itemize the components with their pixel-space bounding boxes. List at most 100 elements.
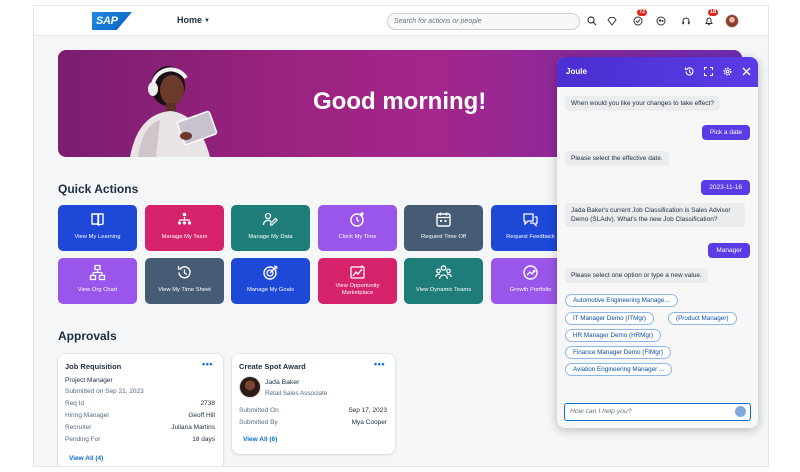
row-value: Sep 17, 2023: [348, 407, 387, 414]
growth-icon: [523, 265, 538, 280]
person-avatar: [239, 376, 261, 398]
quick-action-label: Request Time Off: [421, 234, 466, 240]
chat-icon: [523, 213, 538, 227]
spot-award-card[interactable]: Create Spot Award ••• Jada Baker Retail …: [232, 354, 395, 454]
input-placeholder: How can I help you?: [570, 408, 632, 415]
option-chip[interactable]: Automotive Engineering Manage...: [565, 294, 678, 307]
row-value: Mya Cooper: [351, 419, 387, 426]
quick-action-label: View My Time Sheet: [158, 287, 211, 293]
more-options-icon[interactable]: •••: [202, 359, 213, 369]
diamond-icon[interactable]: [605, 14, 619, 28]
more-options-icon[interactable]: •••: [374, 359, 385, 369]
quick-actions-title: Quick Actions: [58, 182, 139, 196]
quick-action-label: View Dynamic Teams: [415, 287, 472, 293]
search-input[interactable]: Search for actions or people: [387, 13, 580, 30]
bot-message-line: Demo (SLAdv). What's the new Job Classif…: [571, 216, 718, 223]
row-value: Geoff Hill: [188, 412, 215, 419]
quick-action-tile[interactable]: Request Time Off: [404, 205, 483, 251]
quick-action-label: View Org Chart: [77, 287, 118, 293]
joule-header: Joule: [557, 57, 758, 87]
bell-icon[interactable]: 18: [702, 9, 719, 28]
joule-assistant-panel: Joule When would you like your changes t…: [557, 57, 758, 428]
joule-message-input[interactable]: How can I help you?: [564, 403, 751, 421]
home-menu-label: Home: [177, 15, 203, 25]
bot-message: Please select one option or type a new v…: [565, 268, 708, 283]
quick-action-tile[interactable]: Manage My Goals: [231, 258, 310, 304]
row-value: 2738: [200, 400, 215, 407]
option-chip[interactable]: HR Manager Demo (HRMgr): [565, 329, 662, 342]
expand-icon[interactable]: [703, 66, 714, 77]
quick-action-tile[interactable]: Manage My Team: [145, 205, 224, 251]
bot-message: When would you like your changes to take…: [565, 96, 720, 111]
card-title: Create Spot Award: [239, 362, 306, 371]
approvals-icon[interactable]: 72: [631, 9, 648, 28]
headset-icon[interactable]: [679, 14, 693, 28]
send-icon[interactable]: [735, 406, 746, 417]
job-requisition-card[interactable]: Job Requisition ••• Project Manager Subm…: [58, 354, 223, 466]
option-chip[interactable]: Finance Manager Demo (FIMgr): [565, 346, 671, 359]
org-chart-icon: [89, 264, 106, 281]
quick-action-label: Manage My Goals: [246, 287, 295, 293]
quick-action-tile[interactable]: View Opportunity Marketplace: [318, 258, 397, 304]
bot-message-line: Jada Baker's current Job Classification …: [571, 207, 731, 214]
view-all-link[interactable]: View All (6): [243, 436, 277, 443]
quick-action-tile[interactable]: Clock My Time: [318, 205, 397, 251]
requisition-position: Project Manager: [65, 377, 113, 384]
sap-logo[interactable]: SAP: [92, 12, 132, 30]
quick-action-label: Clock My Time: [338, 234, 377, 240]
shell-bar: SAP Home ▼ Search for actions or people 7…: [34, 6, 768, 36]
quick-action-tile[interactable]: View Dynamic Teams: [404, 258, 483, 304]
clock-add-icon: [350, 212, 364, 227]
quick-action-label: Manage My Team: [161, 234, 208, 240]
row-value: 18 days: [192, 436, 215, 443]
close-icon[interactable]: [741, 66, 752, 77]
quick-action-label: View My Learning: [74, 234, 121, 240]
option-chip[interactable]: IT Manager Demo (ITMgr): [565, 312, 655, 325]
quick-action-tile[interactable]: View My Learning: [58, 205, 137, 251]
row-label: Hiring Manager: [65, 412, 110, 419]
row-label: Submitted On: [239, 407, 279, 414]
view-all-link[interactable]: View All (4): [69, 455, 103, 462]
quick-action-label: Manage My Data: [248, 234, 293, 240]
person-role: Retail Sales Associate: [265, 390, 328, 397]
quick-action-tile[interactable]: View Org Chart: [58, 258, 137, 304]
user-message: Manager: [708, 243, 750, 258]
notifications-count-badge: 18: [708, 9, 719, 16]
approvals-title: Approvals: [58, 329, 117, 343]
chevron-down-icon: ▼: [204, 17, 210, 24]
quick-action-tile[interactable]: View My Time Sheet: [145, 258, 224, 304]
settings-icon[interactable]: [722, 66, 733, 77]
history-icon: [177, 266, 191, 279]
history-icon[interactable]: [684, 66, 695, 77]
approvals-count-badge: 72: [637, 9, 648, 16]
bot-message: Please select the effective date.: [565, 151, 669, 166]
quick-action-tile[interactable]: Manage My Data: [231, 205, 310, 251]
row-label: Pending For: [65, 436, 101, 443]
person-name: Jada Baker: [265, 379, 300, 386]
option-chip[interactable]: Aviation Engineering Manager ...: [565, 363, 673, 376]
target-icon: [263, 265, 278, 280]
row-label: Recruiter: [65, 424, 92, 431]
group-icon: [435, 265, 452, 280]
option-chip[interactable]: (Product Manager): [668, 312, 737, 325]
row-value: Juliana Martins: [171, 424, 215, 431]
submitted-date: Submitted on Sep 21, 2023: [65, 388, 144, 395]
search-icon[interactable]: [585, 14, 599, 28]
people-icon[interactable]: [654, 14, 668, 28]
bot-message: Jada Baker's current Job Classification …: [565, 203, 745, 227]
row-label: Submitted By: [239, 419, 278, 426]
book-icon: [91, 213, 104, 226]
user-message: Pick a date: [701, 125, 750, 140]
user-message: 2023-11-16: [701, 180, 750, 195]
person-with-tablet-illustration: [130, 66, 218, 157]
opportunity-icon: [350, 265, 365, 279]
greeting-title: Good morning!: [313, 88, 487, 115]
home-menu-button[interactable]: Home ▼: [177, 15, 210, 25]
row-label: Req Id: [65, 400, 85, 407]
joule-title: Joule: [566, 67, 587, 76]
quick-action-label: View Opportunity Marketplace: [335, 283, 380, 296]
org-team-icon: [177, 212, 192, 225]
person-edit-icon: [262, 212, 278, 226]
calendar-icon: [436, 212, 451, 227]
user-avatar[interactable]: [725, 14, 739, 28]
